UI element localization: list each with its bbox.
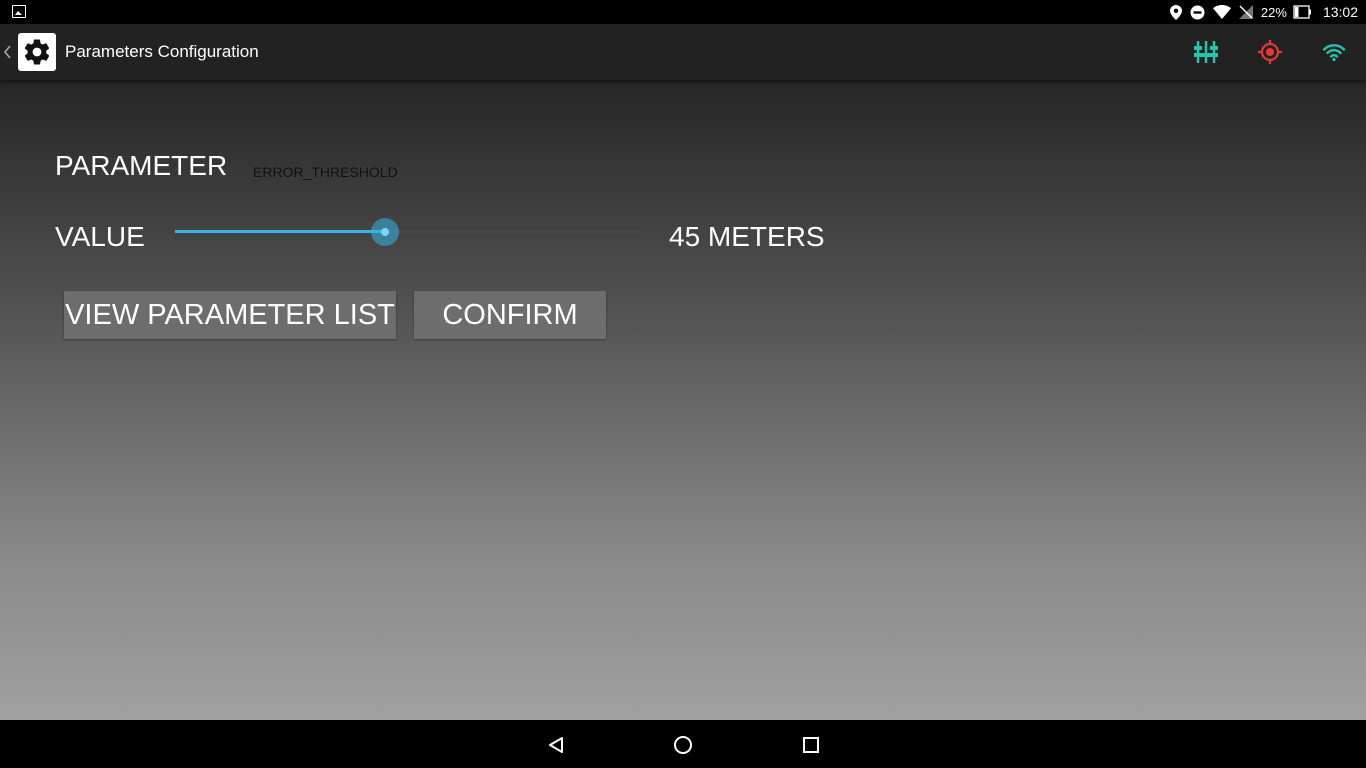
value-slider[interactable]: [175, 216, 641, 248]
battery-icon: [1293, 5, 1311, 19]
wifi-signal-icon: [1212, 5, 1231, 19]
no-sim-icon: [1238, 5, 1253, 19]
slider-thumb[interactable]: [370, 218, 399, 246]
action-bar: Parameters Configuration: [0, 24, 1366, 80]
value-label: VALUE: [55, 221, 145, 252]
value-readout: 45 METERS: [669, 221, 825, 252]
parameter-name[interactable]: ERROR_THRESHOLD: [253, 164, 398, 180]
confirm-button[interactable]: CONFIRM: [414, 291, 606, 339]
gear-icon[interactable]: [18, 33, 56, 71]
recents-square-icon[interactable]: [798, 732, 824, 758]
parameter-label: PARAMETER: [55, 150, 228, 181]
status-icons: 22% 13:02: [1169, 0, 1366, 24]
do-not-disturb-icon: [1190, 5, 1205, 20]
gps-target-icon[interactable]: [1256, 38, 1284, 66]
status-bar: 22% 13:02: [0, 0, 1366, 24]
slider-fill: [175, 230, 385, 233]
view-parameter-list-button[interactable]: VIEW PARAMETER LIST: [64, 291, 396, 339]
main-content: PARAMETER ERROR_THRESHOLD VALUE 45 METER…: [0, 80, 1366, 720]
image-notification-icon: [12, 5, 26, 18]
page-title: Parameters Configuration: [65, 42, 259, 61]
back-triangle-icon[interactable]: [543, 732, 569, 758]
wifi-icon[interactable]: [1320, 38, 1348, 66]
clock: 13:02: [1322, 4, 1358, 20]
location-icon: [1169, 4, 1182, 20]
home-circle-icon[interactable]: [670, 732, 696, 758]
battery-percent: 22%: [1260, 4, 1287, 20]
sliders-icon[interactable]: [1192, 38, 1220, 66]
chevron-left-icon[interactable]: [2, 41, 14, 63]
navigation-bar: [0, 720, 1366, 768]
